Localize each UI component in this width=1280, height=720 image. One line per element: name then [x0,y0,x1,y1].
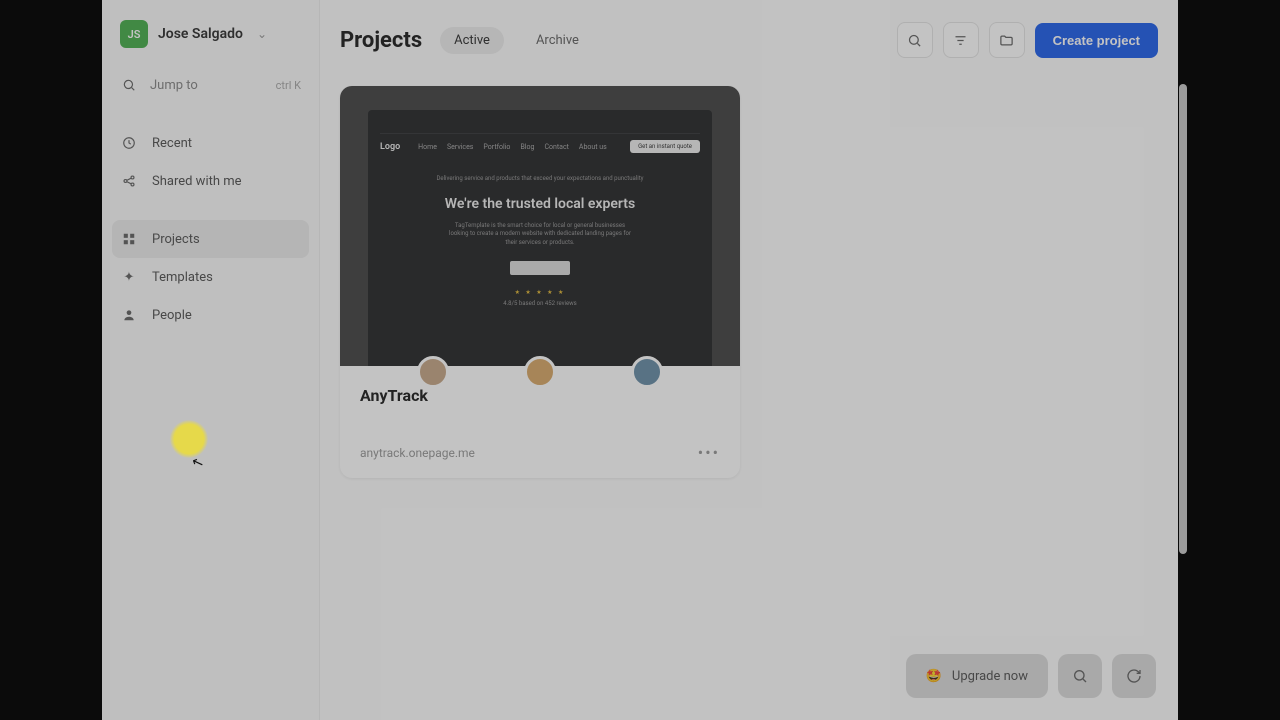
upgrade-label: Upgrade now [952,669,1028,684]
user-menu[interactable]: JS Jose Salgado ⌄ [102,20,319,66]
jump-label: Jump to [150,78,198,93]
preview-nav-item: Contact [544,143,568,151]
chevron-down-icon: ⌄ [257,27,267,41]
avatar: JS [120,20,148,48]
sidebar: JS Jose Salgado ⌄ Jump to ctrl K Recent [102,0,320,720]
preview-rating-stars: ★ ★ ★ ★ ★ [380,289,700,296]
project-name: AnyTrack [360,386,720,405]
nav-label: People [152,308,192,323]
preview-nav-item: Services [447,143,473,151]
user-name: Jose Salgado [158,26,243,42]
app-frame: JS Jose Salgado ⌄ Jump to ctrl K Recent [102,0,1178,720]
project-url[interactable]: anytrack.onepage.me [360,446,475,460]
preview-nav-item: About us [579,143,607,151]
main-content: Projects Active Archive Create project [320,0,1178,720]
nav-label: Projects [152,232,200,247]
preview-nav-item: Portfolio [483,143,510,151]
cursor-icon: ↖ [190,453,206,472]
upgrade-button[interactable]: 🤩 Upgrade now [906,654,1048,698]
jump-to[interactable]: Jump to ctrl K [102,66,319,104]
jump-shortcut: ctrl K [276,79,301,92]
project-thumbnail: Logo Home Services Portfolio Blog Contac… [340,86,740,366]
project-card[interactable]: Logo Home Services Portfolio Blog Contac… [340,86,740,478]
share-icon [120,172,138,190]
preview-button [510,261,570,275]
page-title: Projects [340,28,422,53]
preview-avatars [340,356,740,388]
nav-shared[interactable]: Shared with me [102,162,319,200]
nav-templates[interactable]: ✦ Templates [102,258,319,296]
nav-label: Recent [152,136,192,151]
nav-people[interactable]: People [102,296,319,334]
nav-projects[interactable]: Projects [112,220,309,258]
nav-label: Shared with me [152,174,242,189]
footer-actions: 🤩 Upgrade now [906,654,1156,698]
nav-label: Templates [152,270,213,285]
grid-icon [120,230,138,248]
filter-button[interactable] [943,22,979,58]
nav-recent[interactable]: Recent [102,124,319,162]
refresh-button[interactable] [1112,654,1156,698]
folder-button[interactable] [989,22,1025,58]
nav-section-2: Projects ✦ Templates People [102,220,319,334]
help-search-button[interactable] [1058,654,1102,698]
person-icon [120,306,138,324]
tab-active[interactable]: Active [440,27,504,54]
nav-section-1: Recent Shared with me [102,124,319,200]
preview-cta: Get an instant quote [630,140,700,153]
emoji-icon: 🤩 [926,669,942,684]
cursor-highlight [170,420,208,458]
preview-desc: TagTemplate is the smart choice for loca… [445,222,635,247]
scrollbar[interactable] [1179,84,1187,554]
preview-logo: Logo [380,142,400,152]
sparkle-icon: ✦ [120,268,138,286]
preview-avatar [524,356,556,388]
header: Projects Active Archive Create project [320,0,1178,68]
preview-nav-item: Blog [520,143,534,151]
tab-archive[interactable]: Archive [522,27,593,54]
search-button[interactable] [897,22,933,58]
preview-subheading: Delivering service and products that exc… [380,175,700,182]
create-project-button[interactable]: Create project [1035,23,1158,58]
preview-nav-item: Home [418,143,437,151]
preview-rating-text: 4.8/5 based on 452 reviews [380,300,700,307]
preview-avatar [417,356,449,388]
search-icon [120,76,138,94]
preview-avatar [631,356,663,388]
preview-heading: We're the trusted local experts [380,196,700,212]
clock-icon [120,134,138,152]
more-icon[interactable]: ••• [698,443,720,462]
